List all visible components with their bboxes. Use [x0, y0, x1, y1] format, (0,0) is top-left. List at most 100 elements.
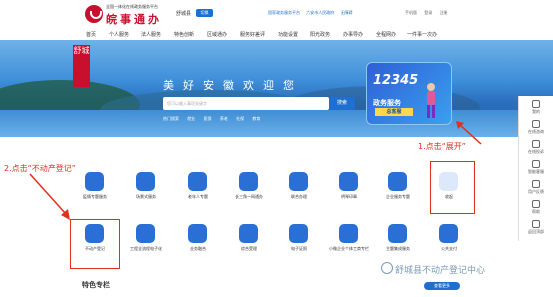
service-label: 综合受理: [241, 246, 257, 251]
service-epidemic[interactable]: 疫情专题服务: [70, 172, 120, 222]
license-icon: [289, 224, 308, 243]
top-right-links: 手机版 登录 注册: [405, 10, 454, 16]
brand-title[interactable]: 皖事通办: [106, 11, 162, 27]
service-label: 明琴印章: [341, 194, 357, 199]
feedback-icon: [532, 180, 540, 188]
service-enterprise[interactable]: 企业服务专题: [373, 172, 423, 222]
sidebar-label: 在线咨询: [528, 129, 544, 134]
service-fusion[interactable]: 业务融合: [173, 224, 223, 274]
right-sidebar: 我的 在线咨询 在线投诉 智能客服 用户反馈 帮助 返回顶部: [518, 96, 553, 241]
nav-legal[interactable]: 法人服务: [141, 31, 161, 38]
sidebar-help[interactable]: 帮助: [519, 200, 553, 215]
hot-search-label: 热门搜索: [163, 116, 179, 121]
sidebar-mine[interactable]: 我的: [519, 100, 553, 115]
service-small-business[interactable]: 小微企业个体工商专栏: [324, 224, 374, 274]
receive-icon: [239, 224, 258, 243]
nav-regional[interactable]: 区域通办: [207, 31, 227, 38]
grid-icon: [136, 172, 155, 191]
top-bar: 全国一体化在线政务服务平台 皖事通办 舒城县 切换 国家政务服务平台 六安市人民…: [0, 0, 553, 30]
logo-icon[interactable]: [85, 5, 103, 23]
sidebar-consult[interactable]: 在线咨询: [519, 120, 553, 135]
hot-item[interactable]: 就业: [187, 116, 195, 121]
switch-city-button[interactable]: 切换: [196, 9, 213, 17]
login-link[interactable]: 登录: [424, 10, 432, 15]
service-yangtze[interactable]: 长三角一网通办: [224, 172, 274, 222]
hot-item[interactable]: 社保: [236, 116, 244, 121]
building-icon: [388, 172, 407, 191]
user-icon: [532, 100, 540, 108]
hot-search: 热门搜索 就业 医保 养老 社保 教育: [163, 116, 267, 122]
top-link-city[interactable]: 六安市人民政府: [306, 10, 334, 15]
sidebar-top[interactable]: 返回顶部: [519, 220, 553, 235]
service-e-license[interactable]: 电子证照: [274, 224, 324, 274]
complaint-icon: [532, 140, 540, 148]
wechat-icon: [381, 262, 393, 274]
hotline-line1: 政务服务: [373, 99, 401, 107]
monitor-icon: [339, 172, 358, 191]
register-link[interactable]: 注册: [440, 10, 448, 15]
sidebar-label: 我的: [532, 109, 540, 114]
sidebar-label: 在线投诉: [528, 149, 544, 154]
nav-online[interactable]: 全程网办: [376, 31, 396, 38]
theme-icon: [388, 224, 407, 243]
sidebar-feedback[interactable]: 用户反馈: [519, 180, 553, 195]
hot-item[interactable]: 养老: [220, 116, 228, 121]
service-label: 业务融合: [190, 246, 206, 251]
service-seal[interactable]: 明琴印章: [324, 172, 374, 222]
brand-subtitle: 全国一体化在线政务服务平台: [106, 4, 158, 9]
sidebar-service[interactable]: 智能客服: [519, 160, 553, 175]
chat-icon: [532, 120, 540, 128]
service-label: 疫情专题服务: [83, 194, 107, 199]
service-elderly[interactable]: 老年人专题: [173, 172, 223, 222]
nav-evaluation[interactable]: 服务好差评: [240, 31, 265, 38]
service-engineering[interactable]: 工程全流程电子化: [121, 224, 171, 274]
nav-innovation[interactable]: 特色创新: [174, 31, 194, 38]
elderly-icon: [188, 172, 207, 191]
stamp-logo: 舒城: [73, 45, 90, 87]
main-nav: 首页 个人服务 法人服务 特色创新 区域通办 服务好差评 功能设置 阳光政务 办…: [0, 30, 553, 40]
mobile-link[interactable]: 手机版: [405, 10, 417, 15]
service-label: 长三角一网通办: [235, 194, 263, 199]
search-input[interactable]: 您可以输入事项关键字: [163, 97, 329, 110]
sidebar-label: 返回顶部: [528, 229, 544, 234]
sidebar-label: 帮助: [532, 209, 540, 214]
map-icon: [239, 172, 258, 191]
nav-home[interactable]: 首页: [86, 31, 96, 38]
service-label: 主题集成服务: [386, 246, 410, 251]
service-joint[interactable]: 联合办理: [274, 172, 324, 222]
document-icon: [289, 172, 308, 191]
shop-icon: [339, 224, 358, 243]
service-label: 公共支付: [441, 246, 457, 251]
search-button[interactable]: 搜索: [329, 97, 355, 110]
watermark: 舒城县不动产登记中心: [395, 266, 486, 276]
person-illustration: [427, 83, 435, 118]
crane-icon: [136, 224, 155, 243]
up-arrow-icon: [532, 220, 540, 228]
payment-icon: [439, 224, 458, 243]
help-icon: [532, 200, 540, 208]
hot-item[interactable]: 医保: [204, 116, 212, 121]
service-scene[interactable]: 场景式服务: [121, 172, 171, 222]
service-label: 小微企业个体工商专栏: [329, 246, 369, 251]
nav-one-thing[interactable]: 一件事一次办: [407, 31, 437, 38]
sidebar-label: 用户反馈: [528, 189, 544, 194]
top-link-accessibility[interactable]: 无障碍: [341, 10, 353, 15]
nav-personal[interactable]: 个人服务: [109, 31, 129, 38]
hot-item[interactable]: 教育: [252, 116, 260, 121]
virus-icon: [85, 172, 104, 191]
highlight-collapse: [430, 161, 475, 214]
hotline-line2: 总客服: [375, 108, 413, 116]
nav-settings[interactable]: 功能设置: [278, 31, 298, 38]
service-label: 老年人专题: [188, 194, 208, 199]
nav-public[interactable]: 阳光政务: [310, 31, 330, 38]
robot-icon: [532, 160, 540, 168]
service-comprehensive[interactable]: 综合受理: [224, 224, 274, 274]
arrow-icon: [29, 173, 70, 220]
hero-slogan: 美好安徽欢迎您: [163, 79, 303, 92]
service-label: 电子证照: [291, 246, 307, 251]
sidebar-complaint[interactable]: 在线投诉: [519, 140, 553, 155]
nav-guide[interactable]: 办事导办: [343, 31, 363, 38]
more-button[interactable]: 查看更多: [424, 282, 460, 290]
section-title: 特色专栏: [82, 281, 110, 289]
top-link-national[interactable]: 国家政务服务平台: [268, 10, 300, 15]
